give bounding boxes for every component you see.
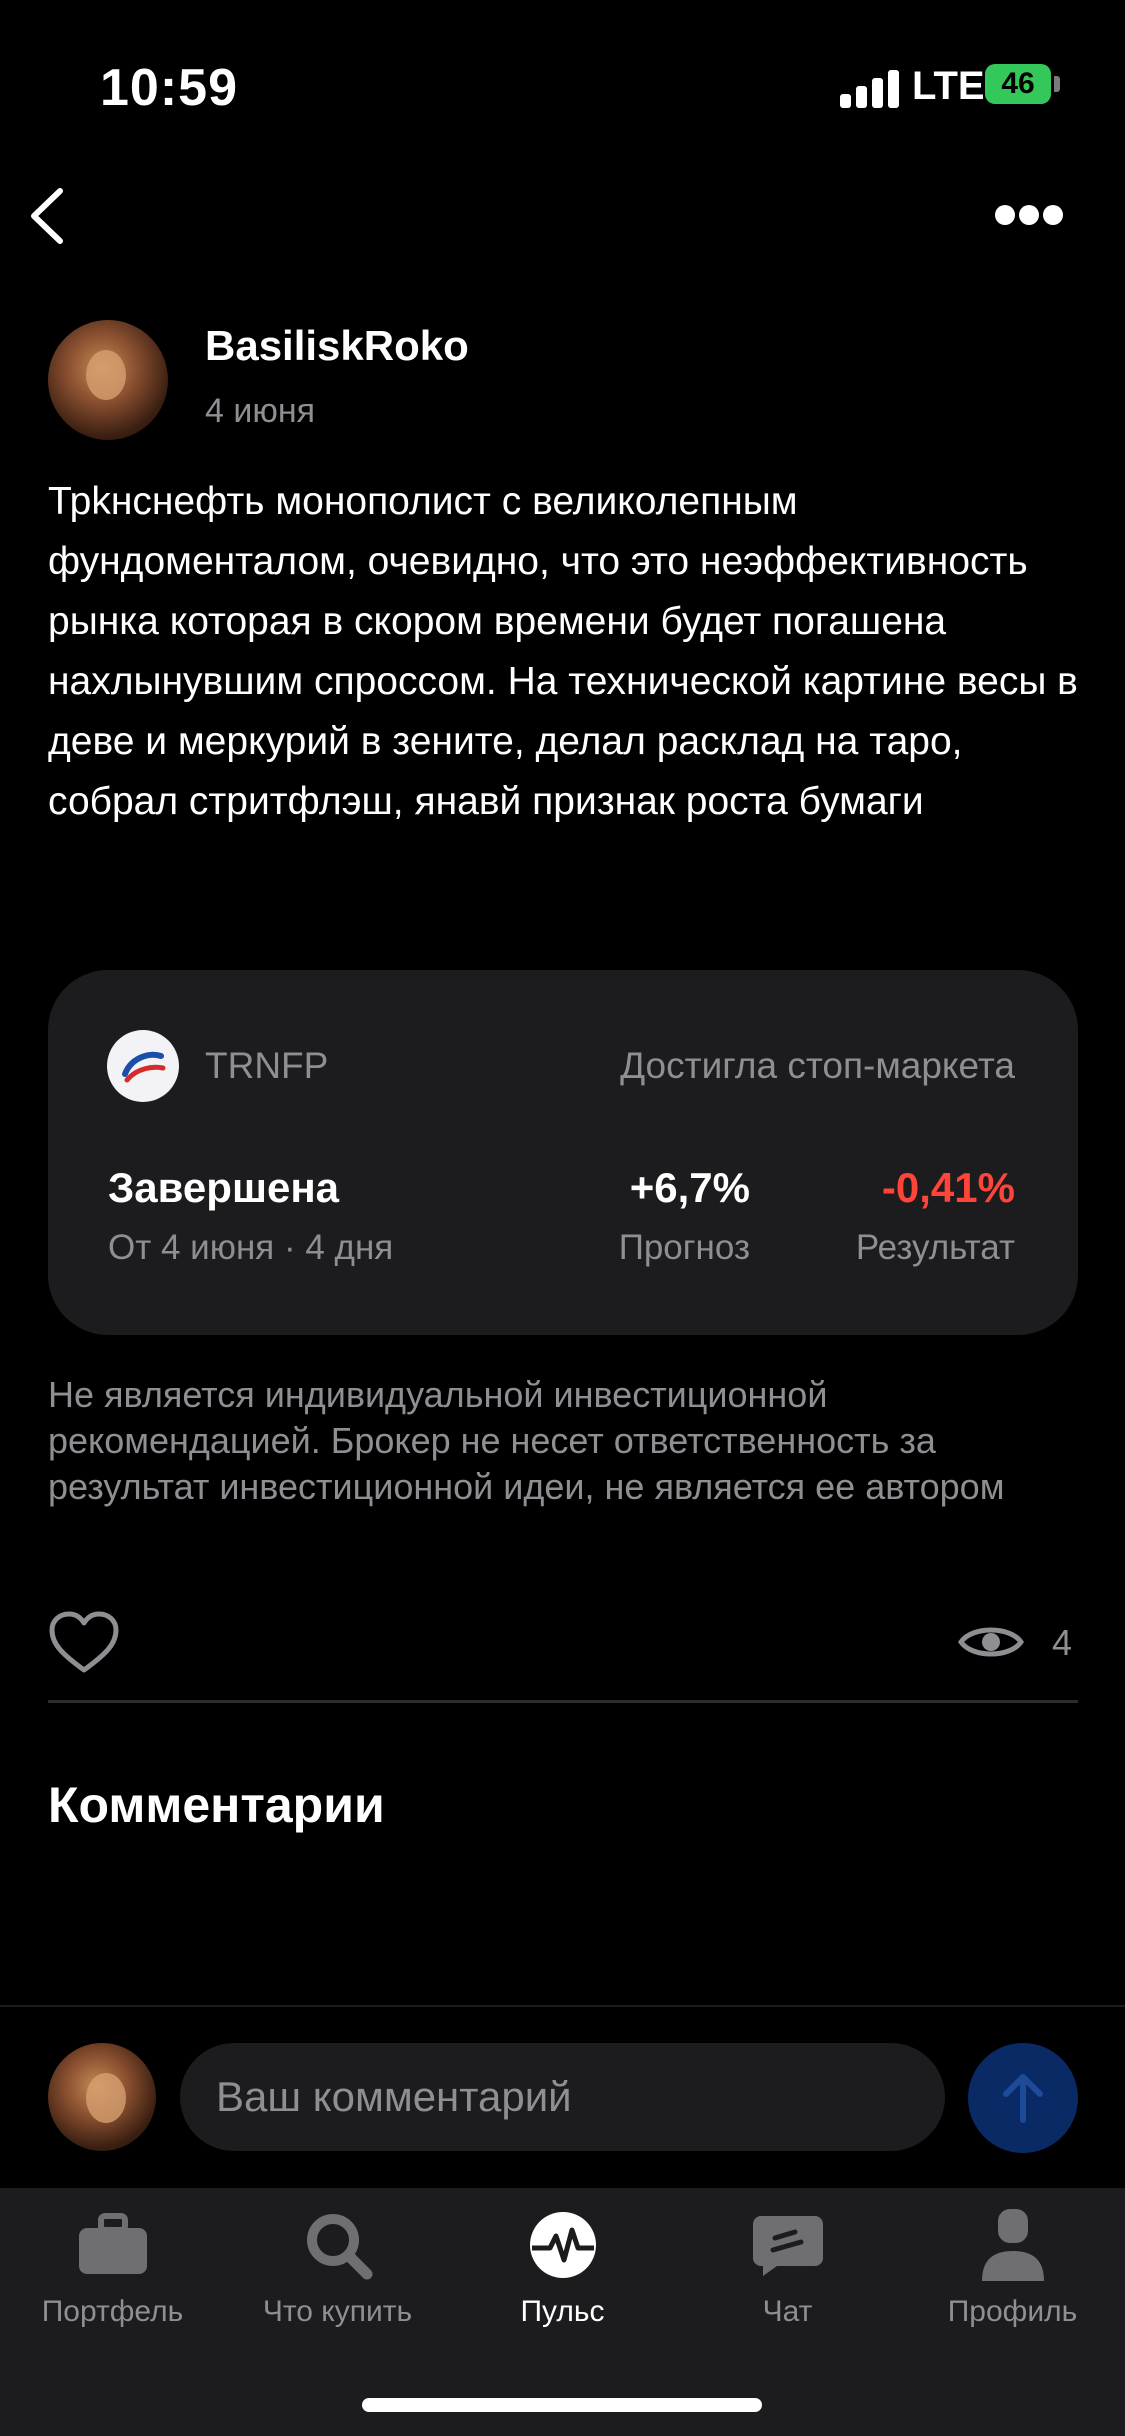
idea-period: От 4 июня · 4 дня (108, 1228, 394, 1267)
idea-status: Достигла стоп-маркета (620, 1045, 1015, 1086)
comments-title: Комментарии (48, 1777, 385, 1833)
send-button[interactable] (968, 2043, 1078, 2153)
tab-label: Чат (762, 2295, 813, 2328)
arrow-up-icon (1003, 2074, 1043, 2123)
eye-icon (957, 1620, 1025, 1664)
battery-level: 46 (1001, 67, 1035, 100)
idea-card[interactable] (48, 970, 1078, 1335)
ticker-logo-icon (107, 1030, 179, 1102)
profile-icon (900, 2205, 1125, 2285)
user-avatar (48, 2043, 156, 2151)
post-date: 4 июня (205, 392, 316, 430)
home-indicator[interactable] (362, 2398, 762, 2412)
status-time: 10:59 (100, 59, 238, 117)
author-avatar[interactable] (48, 320, 168, 440)
signal-icon (840, 70, 900, 108)
ellipsis-dot (1019, 205, 1039, 225)
heart-icon (49, 1611, 119, 1673)
tab-pulse[interactable]: Пульс (450, 2205, 675, 2328)
views-count: 4 (1052, 1622, 1073, 1663)
ellipsis-icon (995, 205, 1015, 225)
tab-chat[interactable]: Чат (675, 2205, 900, 2328)
chat-icon (675, 2205, 900, 2285)
tab-label: Пульс (520, 2295, 605, 2328)
author-name[interactable]: BasiliskRoko (205, 322, 469, 370)
pulse-icon (450, 2205, 675, 2285)
comment-input[interactable] (180, 2043, 945, 2151)
divider (48, 1700, 1078, 1703)
tab-label: Портфель (41, 2295, 184, 2328)
forecast-value: +6,7% (629, 1164, 750, 1211)
result-value: -0,41% (881, 1164, 1015, 1211)
idea-state: Завершена (108, 1164, 340, 1211)
post-text: Трkнснефть монополист с великолепным фун… (48, 480, 1078, 823)
battery-icon: 46 (985, 64, 1051, 104)
back-button[interactable] (22, 185, 74, 247)
result-label: Результат (855, 1228, 1015, 1267)
divider (0, 2005, 1125, 2007)
battery-tip (1054, 76, 1060, 92)
tab-profile[interactable]: Профиль (900, 2205, 1125, 2328)
disclaimer: Не является индивидуальной инвестиционно… (48, 1374, 1005, 1507)
more-button[interactable] (995, 200, 1067, 230)
tab-what-to-buy[interactable]: Что купить (225, 2205, 450, 2328)
briefcase-icon (0, 2205, 225, 2285)
search-icon (225, 2205, 450, 2285)
ellipsis-dot (1043, 205, 1063, 225)
forecast-label: Прогноз (618, 1228, 750, 1267)
like-button[interactable] (48, 1610, 120, 1676)
tab-portfolio[interactable]: Портфель (0, 2205, 225, 2328)
chevron-left-icon (31, 188, 63, 244)
ticker: TRNFP (205, 1045, 329, 1086)
network-type: LTE (912, 64, 985, 108)
tab-label: Профиль (947, 2295, 1078, 2328)
tab-label: Что купить (262, 2295, 413, 2328)
